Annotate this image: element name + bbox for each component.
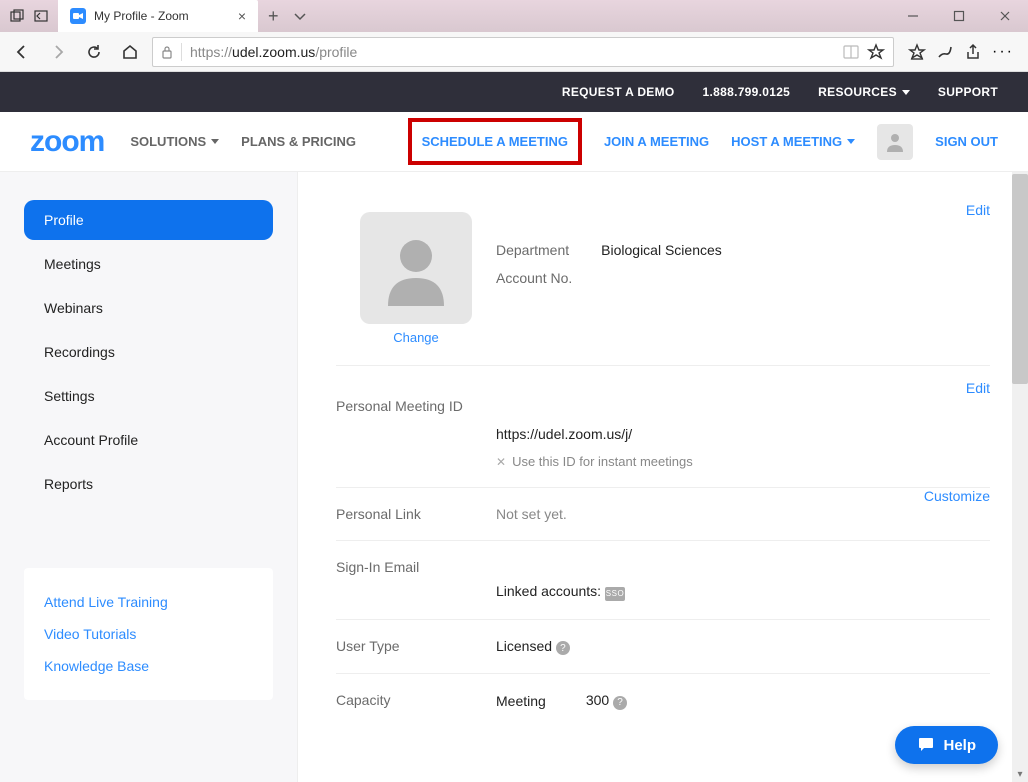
tab-menu-icon[interactable]: [293, 9, 307, 23]
share-icon[interactable]: [964, 43, 982, 61]
chat-icon: [917, 736, 935, 754]
sidebar-item-webinars[interactable]: Webinars: [24, 288, 273, 328]
chevron-down-icon: [211, 139, 219, 144]
new-tab-button[interactable]: +: [268, 6, 279, 27]
sidebar-item-settings[interactable]: Settings: [24, 376, 273, 416]
resources-dropdown[interactable]: RESOURCES: [818, 85, 910, 99]
solutions-dropdown[interactable]: SOLUTIONS: [130, 134, 219, 149]
personal-link-label: Personal Link: [336, 506, 496, 522]
sidebar-item-recordings[interactable]: Recordings: [24, 332, 273, 372]
personal-link-value: Not set yet.: [496, 506, 990, 522]
edit-profile-link[interactable]: Edit: [966, 202, 990, 218]
home-button[interactable]: [116, 38, 144, 66]
plans-link[interactable]: PLANS & PRICING: [241, 134, 356, 149]
phone-number[interactable]: 1.888.799.0125: [703, 85, 791, 99]
user-avatar-small[interactable]: [877, 124, 913, 160]
tab-collapse-icon[interactable]: [34, 9, 48, 23]
sign-out-link[interactable]: SIGN OUT: [935, 134, 998, 149]
signin-email-label: Sign-In Email: [336, 559, 496, 601]
window-minimize[interactable]: [890, 0, 936, 32]
user-type-label: User Type: [336, 638, 496, 656]
lock-icon: [161, 45, 173, 59]
help-icon[interactable]: ?: [556, 641, 570, 655]
pmi-instant-text: Use this ID for instant meetings: [512, 454, 693, 469]
linked-accounts-label: Linked accounts: SSO: [496, 583, 990, 601]
user-type-value: Licensed ?: [496, 638, 990, 656]
video-tutorials-link[interactable]: Video Tutorials: [44, 618, 253, 650]
browser-addressbar: https://udel.zoom.us/profile ···: [0, 32, 1028, 72]
zoom-favicon: [70, 8, 86, 24]
main-navigation: zoom SOLUTIONS PLANS & PRICING SCHEDULE …: [0, 112, 1028, 172]
sso-badge-icon: SSO: [605, 587, 625, 601]
customize-link[interactable]: Customize: [924, 488, 990, 504]
chevron-down-icon: [847, 139, 855, 144]
support-link[interactable]: SUPPORT: [938, 85, 998, 99]
tabs-icon[interactable]: [10, 9, 24, 23]
help-fab-label: Help: [943, 737, 976, 754]
request-demo-link[interactable]: REQUEST A DEMO: [562, 85, 675, 99]
account-no-label: Account No.: [496, 270, 572, 286]
refresh-button[interactable]: [80, 38, 108, 66]
capacity-value: 300 ?: [586, 692, 627, 710]
schedule-meeting-link[interactable]: SCHEDULE A MEETING: [408, 118, 582, 165]
window-close[interactable]: [982, 0, 1028, 32]
x-icon: ✕: [496, 455, 506, 469]
capacity-meeting-label: Meeting: [496, 693, 546, 709]
window-titlebar: My Profile - Zoom × +: [0, 0, 1028, 32]
browser-tab[interactable]: My Profile - Zoom ×: [58, 0, 258, 32]
tab-title: My Profile - Zoom: [94, 9, 230, 23]
scroll-down-arrow[interactable]: ▾: [1012, 766, 1028, 782]
sidebar-help-box: Attend Live Training Video Tutorials Kno…: [24, 568, 273, 700]
knowledge-base-link[interactable]: Knowledge Base: [44, 650, 253, 682]
sidebar-item-reports[interactable]: Reports: [24, 464, 273, 504]
forward-button[interactable]: [44, 38, 72, 66]
back-button[interactable]: [8, 38, 36, 66]
help-icon[interactable]: ?: [613, 696, 627, 710]
scrollbar-thumb[interactable]: [1012, 174, 1028, 384]
department-label: Department: [496, 242, 569, 258]
edit-pmi-link[interactable]: Edit: [966, 380, 990, 396]
sidebar-item-account-profile[interactable]: Account Profile: [24, 420, 273, 460]
reading-view-icon[interactable]: [843, 44, 859, 60]
favorites-list-icon[interactable]: [908, 43, 926, 61]
profile-main-panel: Change Department Biological Sciences Ac…: [298, 172, 1028, 782]
zoom-logo[interactable]: zoom: [30, 125, 104, 159]
vertical-scrollbar[interactable]: ▾: [1012, 172, 1028, 782]
host-meeting-dropdown[interactable]: HOST A MEETING: [731, 134, 855, 149]
window-maximize[interactable]: [936, 0, 982, 32]
pmi-label: Personal Meeting ID: [336, 398, 496, 469]
change-avatar-link[interactable]: Change: [393, 330, 439, 345]
notes-icon[interactable]: [936, 43, 954, 61]
sidebar: Profile Meetings Webinars Recordings Set…: [0, 172, 298, 782]
favorite-icon[interactable]: [867, 43, 885, 61]
sidebar-item-profile[interactable]: Profile: [24, 200, 273, 240]
pmi-url: https://udel.zoom.us/j/: [496, 426, 990, 442]
join-meeting-link[interactable]: JOIN A MEETING: [604, 134, 709, 149]
help-fab[interactable]: Help: [895, 726, 998, 764]
profile-avatar: [360, 212, 472, 324]
capacity-label: Capacity: [336, 692, 496, 710]
top-info-bar: REQUEST A DEMO 1.888.799.0125 RESOURCES …: [0, 72, 1028, 112]
url-field[interactable]: https://udel.zoom.us/profile: [152, 37, 894, 67]
sidebar-item-meetings[interactable]: Meetings: [24, 244, 273, 284]
tab-close-icon[interactable]: ×: [238, 9, 246, 23]
chevron-down-icon: [902, 90, 910, 95]
department-value: Biological Sciences: [601, 242, 722, 258]
more-icon[interactable]: ···: [992, 43, 1014, 61]
attend-training-link[interactable]: Attend Live Training: [44, 586, 253, 618]
url-text: https://udel.zoom.us/profile: [190, 44, 835, 60]
